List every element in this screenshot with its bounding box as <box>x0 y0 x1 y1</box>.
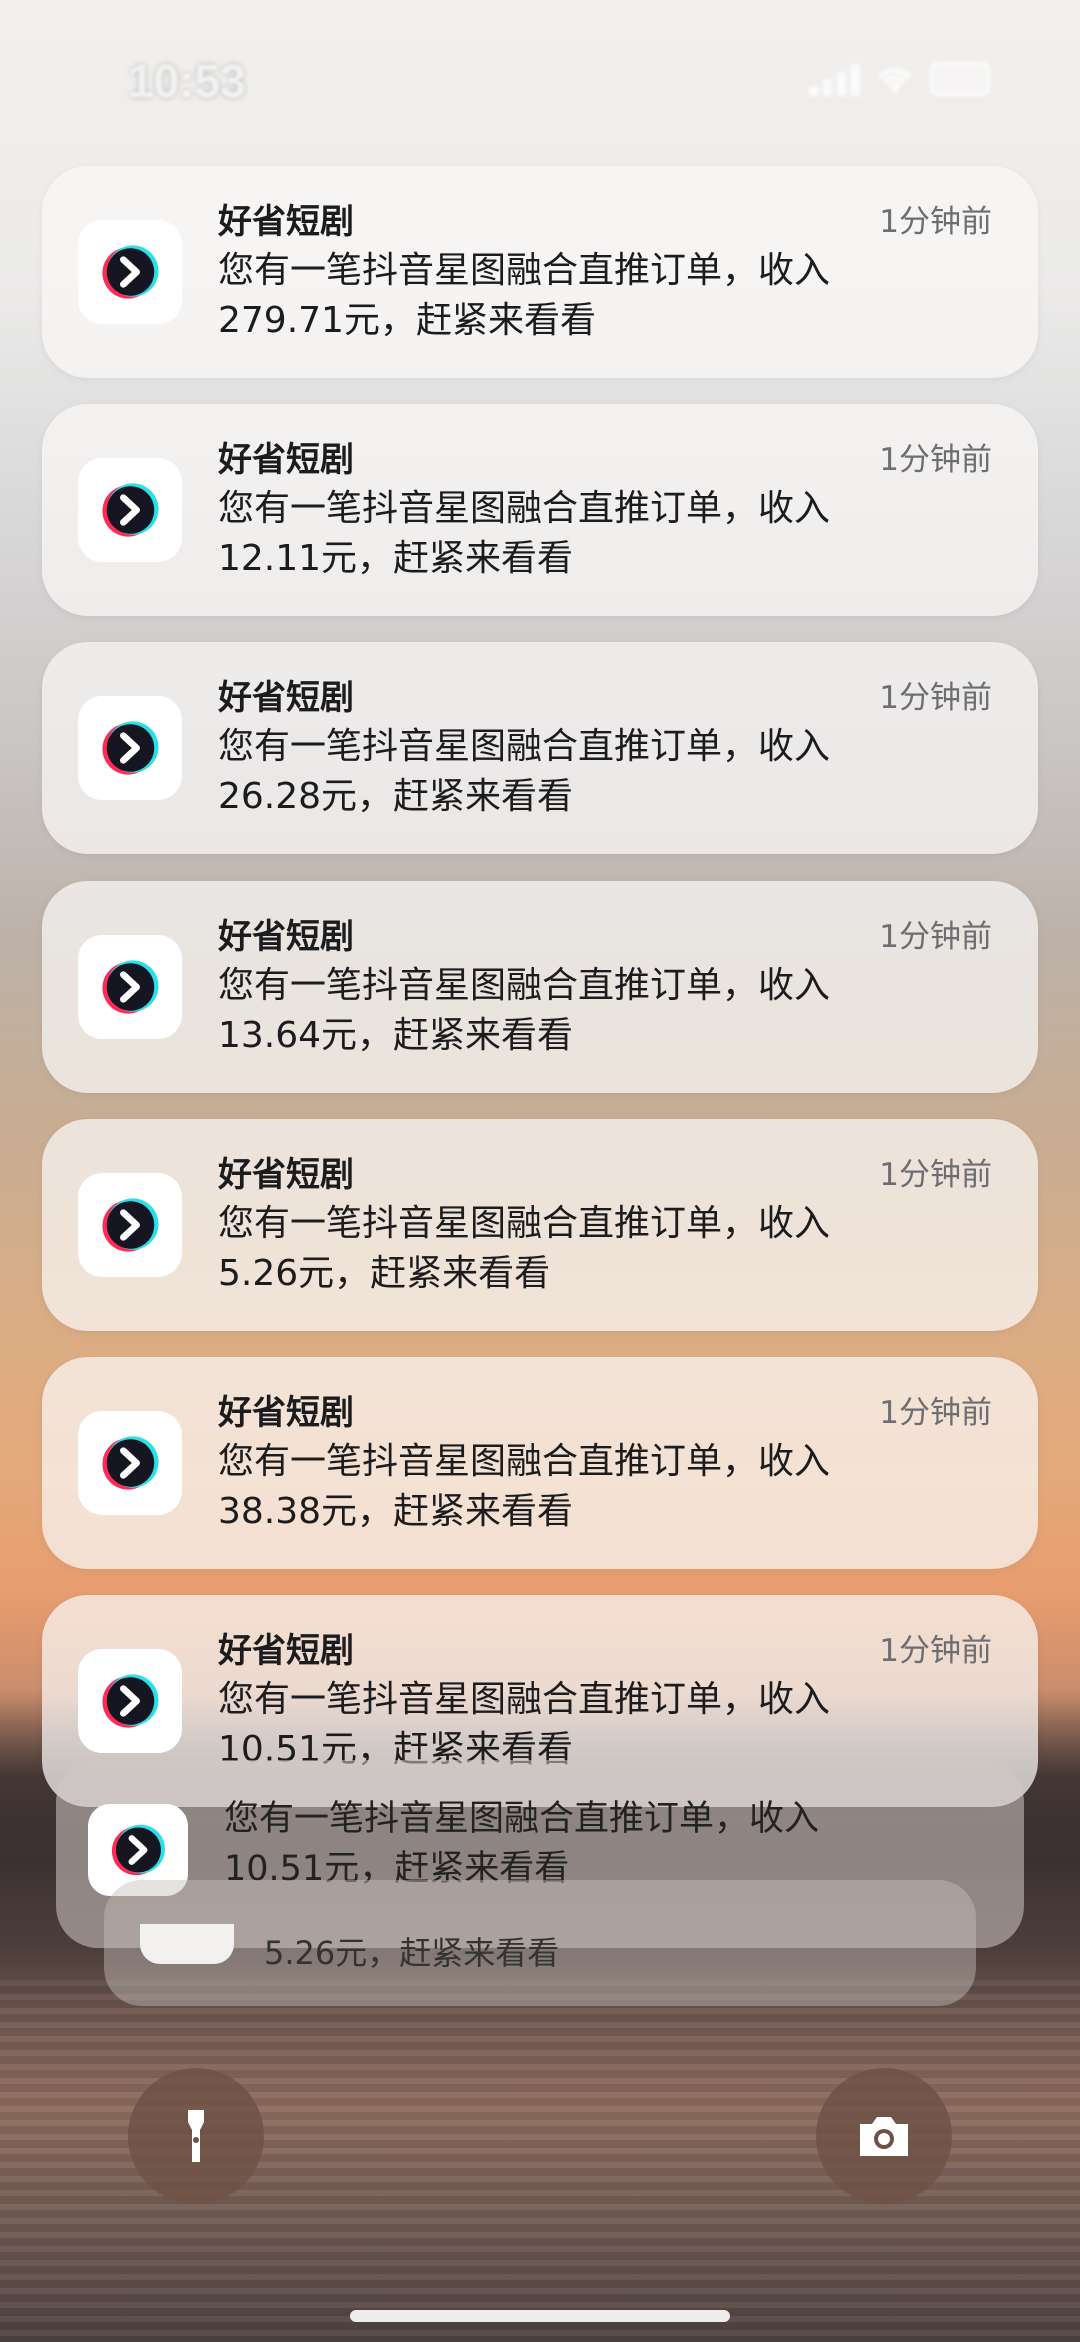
notification-text-line1: 您有一笔抖音星图融合直推订单，收入 <box>218 1679 831 1720</box>
notification-body: 您有一笔抖音星图融合直推订单，收入 38.38元，赶紧来看看 <box>218 1437 978 1537</box>
notification-text-line1: 您有一笔抖音星图融合直推订单，收入 <box>218 1441 831 1482</box>
notification-card[interactable]: 好省短剧 1分钟前您有一笔抖音星图融合直推订单，收入 26.28元，赶紧来看看 <box>42 642 1038 854</box>
notification-text-line1: 您有一笔抖音星图融合直推订单，收入 <box>218 250 831 291</box>
play-chevron-icon <box>102 1436 159 1490</box>
camera-icon <box>860 2117 908 2156</box>
battery-icon <box>930 62 990 96</box>
notification-body: 您有一笔抖音星图融合直推订单，收入 5.26元，赶紧来看看 <box>218 1199 978 1299</box>
notification-app-name: 好省短剧 <box>218 1393 354 1433</box>
notification-text-line2: 26.28元，赶紧来看看 <box>218 776 574 817</box>
play-chevron-icon <box>102 960 159 1014</box>
notification-app-name: 好省短剧 <box>218 1631 354 1671</box>
notification-text-line2: 13.64元，赶紧来看看 <box>218 1015 574 1056</box>
notification-app-name: 好省短剧 <box>218 440 354 480</box>
notification-text-line1: 您有一笔抖音星图融合直推订单，收入 <box>218 965 831 1006</box>
notification-time: 1分钟前 <box>879 1395 992 1431</box>
notification-text-line2: 38.38元，赶紧来看看 <box>218 1491 574 1532</box>
wifi-icon <box>874 63 916 95</box>
notification-time: 1分钟前 <box>879 204 992 240</box>
notification-time: 1分钟前 <box>879 680 992 716</box>
notification-app-name: 好省短剧 <box>218 917 354 957</box>
notification-body: 您有一笔抖音星图融合直推订单，收入 279.71元，赶紧来看看 <box>218 246 978 346</box>
notification-time: 1分钟前 <box>879 442 992 478</box>
notification-card[interactable]: 好省短剧 1分钟前您有一笔抖音星图融合直推订单，收入 12.11元，赶紧来看看 <box>42 404 1038 616</box>
play-chevron-icon <box>102 1674 159 1728</box>
notification-text-line2: 5.26元，赶紧来看看 <box>218 1253 551 1294</box>
stacked-notification-back[interactable]: 5.26元，赶紧来看看 <box>104 1880 976 2006</box>
app-icon <box>78 935 182 1039</box>
status-time: 10:53 <box>128 55 246 107</box>
notification-time: 1分钟前 <box>879 1633 992 1669</box>
notification-time: 1分钟前 <box>879 1157 992 1193</box>
cellular-signal-icon <box>809 62 860 96</box>
play-chevron-icon <box>102 483 159 537</box>
app-icon-partial <box>140 1924 234 1964</box>
notification-app-name: 好省短剧 <box>218 202 354 242</box>
notification-text-line1: 您有一笔抖音星图融合直推订单，收入 <box>218 1203 831 1244</box>
stacked-notification-body: 您有一笔抖音星图融合直推订单，收入 10.51元，赶紧来看看 <box>224 1794 964 1894</box>
app-icon <box>78 1173 182 1277</box>
play-chevron-icon <box>102 1198 159 1252</box>
status-icons <box>809 62 990 96</box>
play-chevron-icon <box>111 1824 165 1876</box>
notification-body: 您有一笔抖音星图融合直推订单，收入 13.64元，赶紧来看看 <box>218 961 978 1061</box>
notification-text-line2: 5.26元，赶紧来看看 <box>264 1934 560 1972</box>
notification-card[interactable]: 好省短剧 1分钟前您有一笔抖音星图融合直推订单，收入 13.64元，赶紧来看看 <box>42 881 1038 1093</box>
notification-text-line1: 您有一笔抖音星图融合直推订单，收入 <box>218 726 831 767</box>
flashlight-icon <box>188 2110 204 2162</box>
app-icon <box>78 1411 182 1515</box>
notification-card[interactable]: 好省短剧 1分钟前您有一笔抖音星图融合直推订单，收入 38.38元，赶紧来看看 <box>42 1357 1038 1569</box>
play-chevron-icon <box>102 721 159 775</box>
notification-body: 您有一笔抖音星图融合直推订单，收入 26.28元，赶紧来看看 <box>218 722 978 822</box>
notification-card[interactable]: 好省短剧 1分钟前您有一笔抖音星图融合直推订单，收入 279.71元，赶紧来看看 <box>42 166 1038 378</box>
app-icon <box>78 696 182 800</box>
notification-app-name: 好省短剧 <box>218 1155 354 1195</box>
notification-body: 您有一笔抖音星图融合直推订单，收入 12.11元，赶紧来看看 <box>218 484 978 584</box>
camera-button[interactable] <box>816 2068 952 2204</box>
app-icon <box>78 1649 182 1753</box>
notification-text-line1: 您有一笔抖音星图融合直推订单，收入 <box>218 488 831 529</box>
notification-app-name: 好省短剧 <box>218 678 354 718</box>
notification-text-line2: 279.71元，赶紧来看看 <box>218 300 596 341</box>
app-icon <box>78 220 182 324</box>
notification-text-line2: 12.11元，赶紧来看看 <box>218 538 574 579</box>
notification-time: 1分钟前 <box>879 919 992 955</box>
flashlight-button[interactable] <box>128 2068 264 2204</box>
notification-text-line1: 您有一笔抖音星图融合直推订单，收入 <box>224 1799 820 1839</box>
notification-card[interactable]: 好省短剧 1分钟前您有一笔抖音星图融合直推订单，收入 5.26元，赶紧来看看 <box>42 1119 1038 1331</box>
status-bar: 10:53 <box>0 48 1080 118</box>
home-indicator[interactable] <box>350 2310 730 2322</box>
play-chevron-icon <box>102 245 159 299</box>
app-icon <box>78 458 182 562</box>
